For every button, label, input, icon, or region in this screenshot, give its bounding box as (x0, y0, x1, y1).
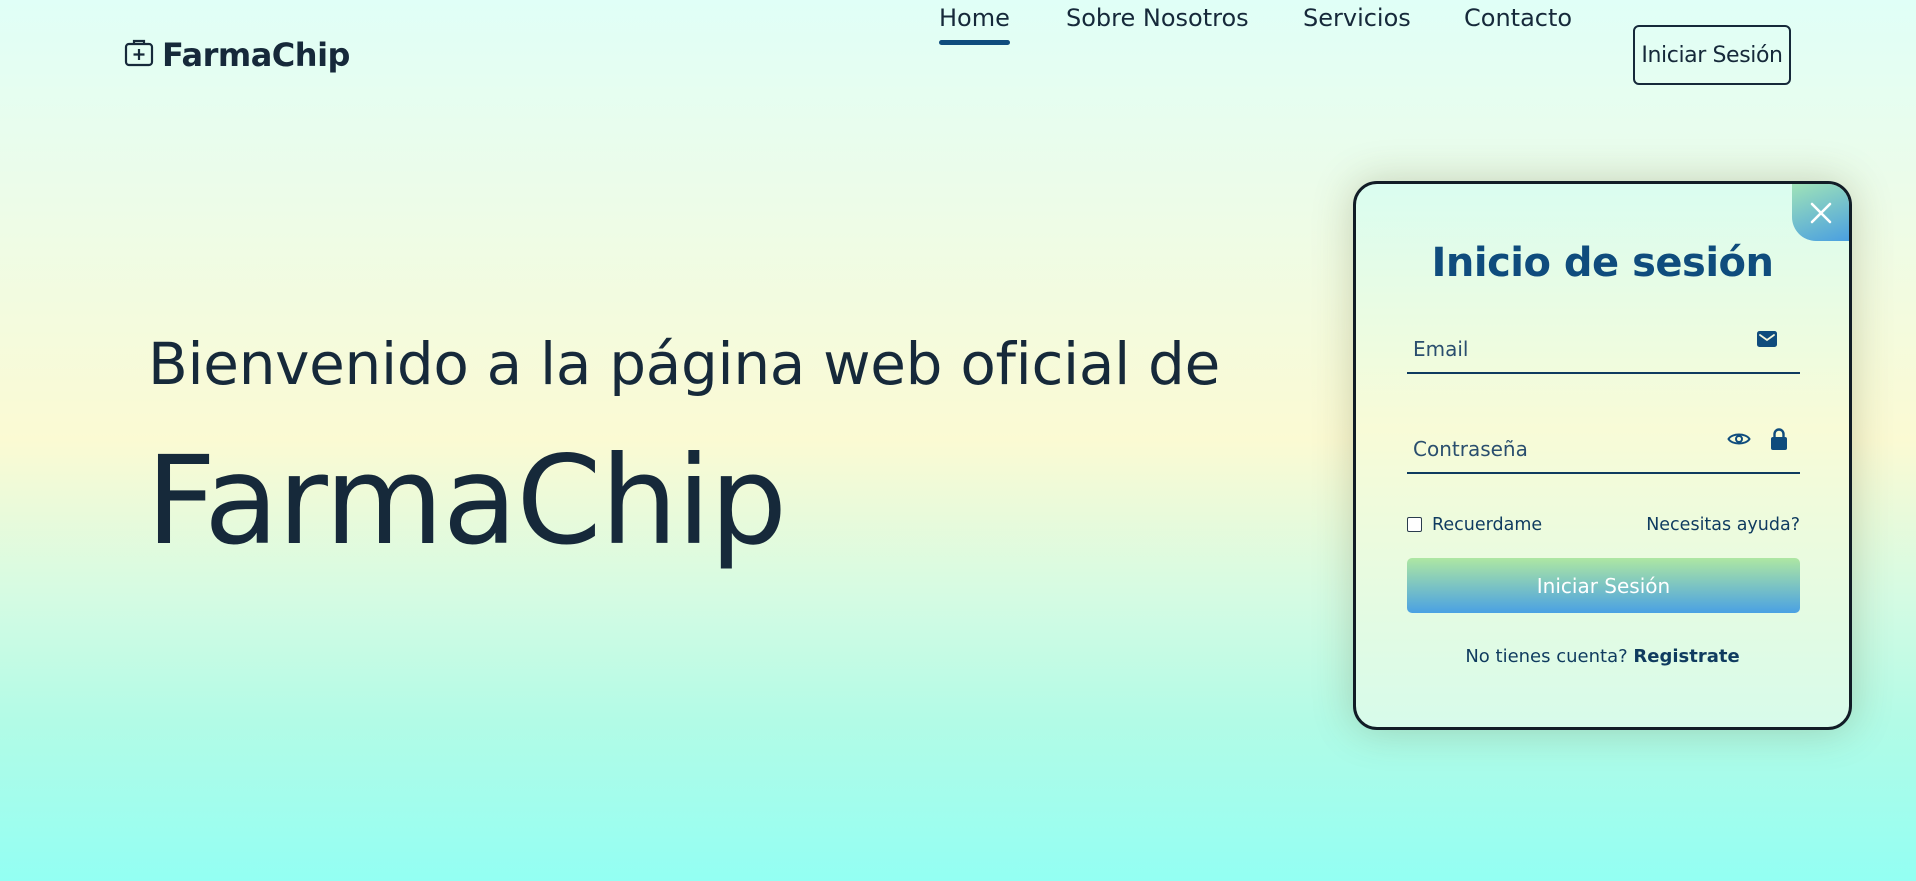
close-icon (1810, 202, 1831, 223)
close-button[interactable] (1792, 184, 1849, 241)
email-input[interactable] (1413, 326, 1743, 372)
nav-contacto[interactable]: Contacto (1464, 0, 1572, 36)
register-row: No tienes cuenta? Registrate (1356, 646, 1849, 667)
register-link[interactable]: Registrate (1633, 646, 1739, 667)
header-login-button[interactable]: Iniciar Sesión (1633, 25, 1791, 85)
help-link[interactable]: Necesitas ayuda? (1646, 515, 1800, 535)
site-header: FarmaChip Home Sobre Nosotros Servicios … (0, 0, 1916, 112)
register-prompt: No tienes cuenta? (1465, 646, 1628, 667)
brand-name: FarmaChip (162, 36, 350, 74)
password-input[interactable] (1413, 426, 1743, 472)
eye-icon[interactable] (1727, 428, 1751, 450)
login-title: Inicio de sesión (1431, 240, 1775, 286)
lock-icon (1771, 428, 1787, 450)
password-field (1407, 412, 1800, 474)
nav-sobre-nosotros[interactable]: Sobre Nosotros (1066, 0, 1249, 36)
nav-home[interactable]: Home (939, 0, 1010, 45)
remember-me[interactable]: Recuerdame (1407, 515, 1542, 535)
submit-login-button[interactable]: Iniciar Sesión (1407, 558, 1800, 613)
medical-kit-icon (124, 39, 154, 67)
login-card: Inicio de sesión Recuerdame Necesitas ay… (1353, 181, 1852, 730)
hero-subtitle: Bienvenido a la página web oficial de (148, 330, 1220, 398)
remember-checkbox[interactable] (1407, 516, 1422, 532)
brand-logo[interactable]: FarmaChip (124, 36, 350, 74)
remember-label: Recuerdame (1432, 515, 1543, 535)
nav-servicios[interactable]: Servicios (1303, 0, 1411, 36)
hero-title: FarmaChip (146, 430, 787, 572)
login-options: Recuerdame Necesitas ayuda? (1407, 515, 1800, 541)
email-field (1407, 312, 1800, 374)
envelope-icon (1757, 331, 1777, 347)
